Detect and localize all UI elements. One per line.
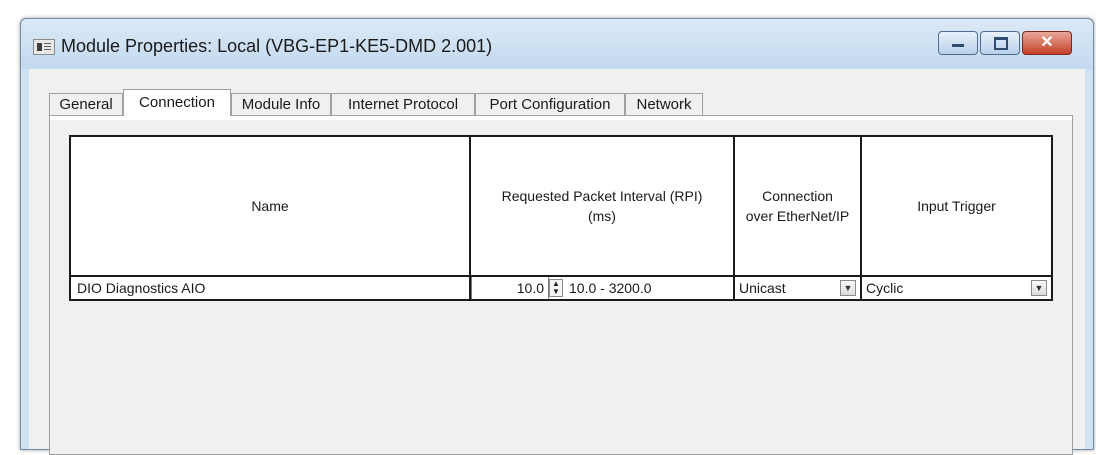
title-bar[interactable]: Module Properties: Local (VBG-EP1-KE5-DM… — [21, 19, 1093, 69]
dialog-client-area: General Connection Module Info Internet … — [29, 69, 1085, 455]
column-header-name[interactable]: Name — [71, 137, 471, 275]
close-icon: ✕ — [1040, 34, 1054, 51]
column-header-connection[interactable]: Connection over EtherNet/IP — [735, 137, 862, 275]
module-properties-window: Module Properties: Local (VBG-EP1-KE5-DM… — [20, 18, 1094, 455]
chevron-down-icon[interactable]: ▼ — [840, 280, 856, 296]
input-trigger-select[interactable]: Cyclic — [862, 277, 1051, 299]
rpi-spinner[interactable]: ▲ ▼ — [549, 279, 563, 297]
panel-top-edge — [50, 116, 1072, 120]
tab-internet-protocol[interactable]: Internet Protocol — [331, 93, 475, 115]
connection-tab-panel: Name Requested Packet Interval (RPI) (ms… — [49, 115, 1073, 455]
spinner-down-icon[interactable]: ▼ — [550, 288, 562, 296]
tab-general[interactable]: General — [49, 93, 123, 115]
column-header-rpi[interactable]: Requested Packet Interval (RPI) (ms) — [471, 137, 735, 275]
rpi-range-label: 10.0 - 3200.0 — [565, 277, 735, 299]
tab-port-configuration[interactable]: Port Configuration — [475, 93, 625, 115]
minimize-button[interactable] — [938, 31, 978, 55]
column-header-input-trigger[interactable]: Input Trigger — [862, 137, 1051, 275]
window-title: Module Properties: Local (VBG-EP1-KE5-DM… — [61, 36, 493, 56]
table-row[interactable]: DIO Diagnostics AIO 10.0 ▲ ▼ 10.0 - 3200… — [71, 277, 1051, 299]
tab-connection[interactable]: Connection — [123, 89, 231, 116]
rpi-value-input[interactable]: 10.0 — [471, 277, 549, 299]
row-name-cell: DIO Diagnostics AIO — [71, 277, 471, 299]
grid-header-row: Name Requested Packet Interval (RPI) (ms… — [71, 137, 1051, 277]
app-icon[interactable] — [33, 39, 55, 55]
maximize-icon — [994, 37, 1008, 50]
tab-network[interactable]: Network — [625, 93, 703, 115]
close-button[interactable]: ✕ — [1022, 31, 1072, 55]
connection-grid: Name Requested Packet Interval (RPI) (ms… — [69, 135, 1053, 301]
tab-module-info[interactable]: Module Info — [231, 93, 331, 115]
chevron-down-icon[interactable]: ▼ — [1031, 280, 1047, 296]
maximize-button[interactable] — [980, 31, 1020, 55]
minimize-icon — [952, 44, 964, 47]
